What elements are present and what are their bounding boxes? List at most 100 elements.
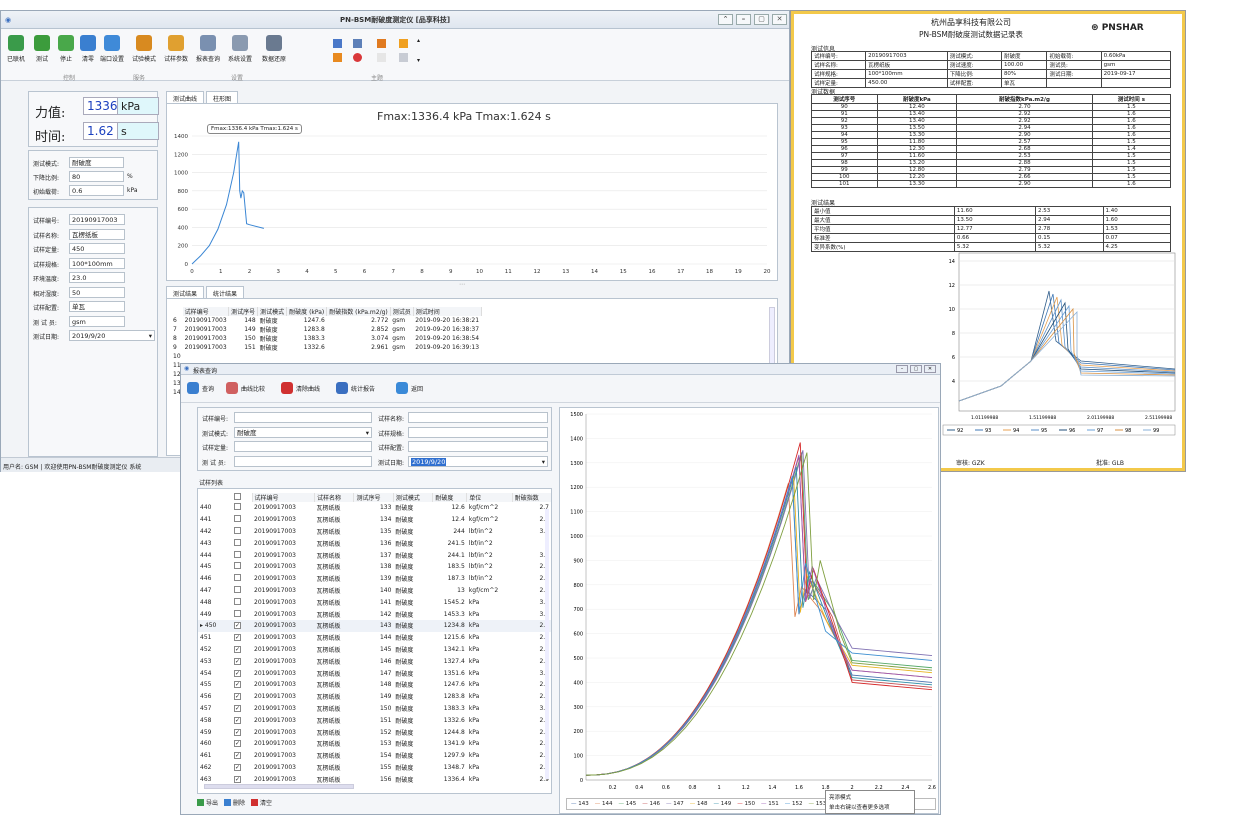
list-item[interactable]: 462✓20190917003瓦楞纸板155耐破度1348.7kPa2.9: [198, 762, 551, 774]
column-header[interactable]: 测试模式: [257, 307, 288, 316]
field-value[interactable]: 80: [69, 171, 124, 182]
field-value[interactable]: gsm: [69, 315, 125, 327]
toolbar-button[interactable]: 报表查询: [193, 35, 223, 63]
column-header[interactable]: 试样编号: [251, 493, 315, 502]
unchecked-checkbox[interactable]: [234, 585, 241, 593]
column-header[interactable]: 测试员: [390, 307, 414, 316]
unchecked-checkbox[interactable]: [234, 503, 241, 511]
query-field-input[interactable]: [408, 441, 548, 452]
query-field-input[interactable]: 2019/9/20 ▾: [408, 455, 548, 467]
column-header[interactable]: 测试模式: [392, 493, 433, 502]
field-value[interactable]: 20190917003: [69, 214, 125, 225]
minimize-button[interactable]: –: [736, 14, 751, 25]
list-item[interactable]: 44220190917003瓦楞纸板135耐破度244lbf/in^23.7: [198, 526, 551, 538]
list-item[interactable]: 44720190917003瓦楞纸板140耐破度13kgf/cm^22.8: [198, 585, 551, 597]
theme-icon[interactable]: [377, 53, 386, 62]
column-header[interactable]: 测试序号: [353, 493, 394, 502]
checked-checkbox[interactable]: ✓: [234, 716, 241, 724]
list-item[interactable]: 44820190917003瓦楞纸板141耐破度1545.2kPa3.4: [198, 596, 551, 608]
query-toolbar-button[interactable]: 统计报告: [336, 382, 375, 394]
theme-icon[interactable]: [377, 39, 386, 48]
field-value[interactable]: 0.6: [69, 185, 124, 196]
theme-icon[interactable]: [333, 39, 342, 48]
unchecked-checkbox[interactable]: [234, 550, 241, 558]
list-item[interactable]: 455✓20190917003瓦楞纸板148耐破度1247.6kPa2.7: [198, 679, 551, 691]
query-toolbar-button[interactable]: 曲线比较: [226, 382, 265, 394]
scroll-up-icon[interactable]: ▴: [417, 37, 420, 44]
checked-checkbox[interactable]: ✓: [234, 645, 241, 653]
unchecked-checkbox[interactable]: [234, 597, 241, 605]
field-value[interactable]: 23.0: [69, 272, 125, 283]
field-value[interactable]: 100*100mm: [69, 257, 125, 269]
column-header[interactable]: 试样编号: [182, 307, 230, 316]
query-toolbar-button[interactable]: 查询: [187, 382, 214, 394]
unchecked-checkbox[interactable]: [234, 609, 241, 617]
field-value[interactable]: 单瓦: [69, 301, 125, 312]
query-field-input[interactable]: 耐破度 ▾: [234, 426, 372, 438]
toolbar-button[interactable]: 端口设置: [97, 35, 127, 63]
checked-checkbox[interactable]: ✓: [234, 622, 241, 630]
query-field-input[interactable]: [234, 441, 372, 452]
toolbar-button[interactable]: 数据还原: [259, 35, 289, 63]
bottom-button[interactable]: 清空: [251, 798, 272, 807]
list-item[interactable]: 454✓20190917003瓦楞纸板147耐破度1351.6kPa3.0: [198, 667, 551, 679]
field-value[interactable]: 50: [69, 286, 125, 298]
unchecked-checkbox[interactable]: [234, 574, 241, 582]
query-minimize-button[interactable]: –: [896, 365, 908, 373]
theme-icon[interactable]: [353, 53, 362, 62]
list-item[interactable]: 44520190917003瓦楞纸板138耐破度183.5lbf/in^22.8: [198, 561, 551, 573]
checked-checkbox[interactable]: ✓: [234, 693, 241, 701]
field-value[interactable]: 瓦楞纸板: [69, 228, 125, 240]
unchecked-checkbox[interactable]: [234, 515, 241, 523]
results-scrollbar[interactable]: [769, 307, 775, 367]
unchecked-checkbox[interactable]: [234, 538, 241, 546]
checked-checkbox[interactable]: ✓: [234, 728, 241, 736]
list-item[interactable]: 44920190917003瓦楞纸板142耐破度1453.3kPa3.2: [198, 608, 551, 620]
list-item[interactable]: 457✓20190917003瓦楞纸板150耐破度1383.3kPa3.0: [198, 703, 551, 715]
list-vscrollbar[interactable]: [545, 509, 549, 779]
list-item[interactable]: 460✓20190917003瓦楞纸板153耐破度1341.9kPa2.9: [198, 738, 551, 750]
table-row[interactable]: 9 20190917003 151 耐破度 1332.6 2.961 gsm 2019-09-…: [171, 343, 481, 352]
query-field-input[interactable]: [408, 412, 548, 423]
column-header[interactable]: 试样名称: [314, 493, 354, 502]
column-header[interactable]: 耐破度: [432, 493, 467, 502]
list-item[interactable]: 456✓20190917003瓦楞纸板149耐破度1283.8kPa2.8: [198, 691, 551, 703]
maximize-button[interactable]: ▢: [754, 14, 769, 25]
query-field-input[interactable]: [234, 412, 372, 423]
checked-checkbox[interactable]: ✓: [234, 657, 241, 665]
list-item[interactable]: 440 20190917003 瓦楞纸板 133 耐破度 12.6 kgf/cm^2 2.7: [198, 502, 551, 514]
table-row[interactable]: 8 20190917003 150 耐破度 1383.3 3.074 gsm 2019-09-…: [171, 334, 481, 343]
column-header[interactable]: 耐破指数 (kPa.m2/g): [326, 307, 391, 316]
field-value[interactable]: 450: [69, 243, 125, 254]
unchecked-checkbox[interactable]: [234, 526, 241, 534]
list-item[interactable]: 44120190917003瓦楞纸板134耐破度12.4kgf/cm^22.7: [198, 514, 551, 526]
ribbon-toggle-button[interactable]: ⌃: [718, 14, 733, 25]
list-hscrollbar[interactable]: [204, 784, 354, 789]
table-row[interactable]: 6 20190917003 148 耐破度 1247.6 2.772 gsm 2019-09-…: [171, 316, 481, 325]
query-maximize-button[interactable]: ▢: [910, 365, 922, 373]
toolbar-button[interactable]: 试样参数: [161, 35, 191, 63]
unchecked-checkbox[interactable]: [234, 562, 241, 570]
bottom-button[interactable]: 删除: [224, 798, 245, 807]
query-close-button[interactable]: ✕: [924, 365, 936, 373]
chevron-down-icon[interactable]: ▾: [366, 428, 369, 438]
checked-checkbox[interactable]: ✓: [234, 681, 241, 689]
query-field-input[interactable]: [234, 455, 372, 467]
list-item[interactable]: 461✓20190917003瓦楞纸板154耐破度1297.9kPa2.8: [198, 750, 551, 762]
column-header[interactable]: 测试序号: [228, 307, 259, 316]
column-header[interactable]: 测试时间: [413, 307, 482, 316]
close-button[interactable]: ✕: [772, 14, 787, 25]
list-item[interactable]: 458✓20190917003瓦楞纸板151耐破度1332.6kPa2.9: [198, 714, 551, 726]
field-value[interactable]: 耐破度: [69, 157, 124, 168]
list-item[interactable]: ▸ 450✓20190917003瓦楞纸板143耐破度1234.8kPa2.7: [198, 619, 551, 632]
checked-checkbox[interactable]: ✓: [234, 740, 241, 748]
theme-icon[interactable]: [333, 53, 342, 62]
field-value[interactable]: 2019/9/20 ▾: [69, 330, 155, 341]
splitter-handle[interactable]: ⋯: [459, 281, 465, 288]
column-header[interactable]: 耐破指数: [511, 493, 551, 502]
scroll-down-icon[interactable]: ▾: [417, 57, 420, 64]
theme-icon[interactable]: [399, 53, 408, 62]
toolbar-button[interactable]: 系统设置: [225, 35, 255, 63]
list-item[interactable]: 451✓20190917003瓦楞纸板144耐破度1215.6kPa2.7: [198, 632, 551, 644]
checked-checkbox[interactable]: ✓: [234, 775, 241, 783]
